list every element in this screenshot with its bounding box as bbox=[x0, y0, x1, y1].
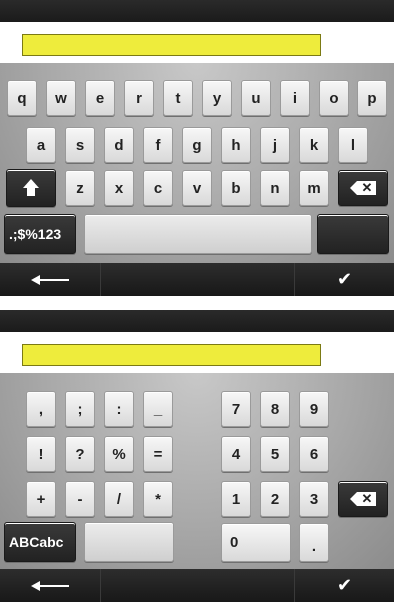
key-k[interactable]: k bbox=[299, 127, 329, 163]
key-c[interactable]: c bbox=[143, 170, 173, 206]
key-0[interactable]: 0 bbox=[221, 523, 291, 562]
key-percent[interactable]: % bbox=[104, 436, 134, 472]
key-exclamation[interactable]: ! bbox=[26, 436, 56, 472]
key-dot[interactable]: . bbox=[299, 523, 329, 562]
shift-icon bbox=[23, 179, 39, 197]
key-colon[interactable]: : bbox=[104, 391, 134, 427]
text-input-field[interactable] bbox=[22, 34, 321, 56]
key-l[interactable]: l bbox=[338, 127, 368, 163]
key-comma[interactable]: , bbox=[26, 391, 56, 427]
keyboard-area: , ; : _ ! ? % = + - / * 7 8 9 4 5 6 1 2 … bbox=[0, 373, 394, 569]
key-d[interactable]: d bbox=[104, 127, 134, 163]
key-a[interactable]: a bbox=[26, 127, 56, 163]
key-t[interactable]: t bbox=[163, 80, 193, 116]
key-plus[interactable]: + bbox=[26, 481, 56, 517]
text-input-field[interactable] bbox=[22, 344, 321, 366]
key-5[interactable]: 5 bbox=[260, 436, 290, 472]
key-asterisk[interactable]: * bbox=[143, 481, 173, 517]
key-e[interactable]: e bbox=[85, 80, 115, 116]
blank-dark-key[interactable] bbox=[317, 214, 389, 254]
space-key[interactable] bbox=[84, 522, 174, 562]
key-9[interactable]: 9 bbox=[299, 391, 329, 427]
input-strip bbox=[0, 22, 394, 63]
key-f[interactable]: f bbox=[143, 127, 173, 163]
key-g[interactable]: g bbox=[182, 127, 212, 163]
key-3[interactable]: 3 bbox=[299, 481, 329, 517]
backspace-icon: ✕ bbox=[350, 180, 376, 195]
key-minus[interactable]: - bbox=[65, 481, 95, 517]
backspace-icon: ✕ bbox=[350, 491, 376, 506]
key-2[interactable]: 2 bbox=[260, 481, 290, 517]
key-8[interactable]: 8 bbox=[260, 391, 290, 427]
key-y[interactable]: y bbox=[202, 80, 232, 116]
key-question[interactable]: ? bbox=[65, 436, 95, 472]
key-m[interactable]: m bbox=[299, 170, 329, 206]
key-n[interactable]: n bbox=[260, 170, 290, 206]
confirm-button[interactable]: ✔ bbox=[295, 263, 394, 296]
back-arrow-icon bbox=[31, 580, 69, 591]
key-w[interactable]: w bbox=[46, 80, 76, 116]
checkmark-icon: ✔ bbox=[336, 575, 353, 595]
key-i[interactable]: i bbox=[280, 80, 310, 116]
key-h[interactable]: h bbox=[221, 127, 251, 163]
key-u[interactable]: u bbox=[241, 80, 271, 116]
confirm-button[interactable]: ✔ bbox=[295, 569, 394, 602]
key-semicolon[interactable]: ; bbox=[65, 391, 95, 427]
bottom-bar: ✔ bbox=[0, 263, 394, 296]
key-o[interactable]: o bbox=[319, 80, 349, 116]
top-bar bbox=[0, 0, 394, 22]
symbols-mode-key[interactable]: .;$%123 bbox=[4, 214, 76, 254]
key-slash[interactable]: / bbox=[104, 481, 134, 517]
key-s[interactable]: s bbox=[65, 127, 95, 163]
alpha-mode-key[interactable]: ABCabc bbox=[4, 522, 76, 562]
bottom-bar-middle bbox=[101, 569, 295, 602]
back-button[interactable] bbox=[0, 263, 101, 296]
keyboard-area: q w e r t y u i o p a s d f g h j k l z … bbox=[0, 63, 394, 263]
key-underscore[interactable]: _ bbox=[143, 391, 173, 427]
back-button[interactable] bbox=[0, 569, 101, 602]
back-arrow-icon bbox=[31, 274, 69, 285]
key-7[interactable]: 7 bbox=[221, 391, 251, 427]
input-strip bbox=[0, 332, 394, 373]
key-6[interactable]: 6 bbox=[299, 436, 329, 472]
shift-key[interactable] bbox=[6, 169, 56, 207]
key-p[interactable]: p bbox=[357, 80, 387, 116]
top-bar bbox=[0, 310, 394, 332]
key-j[interactable]: j bbox=[260, 127, 290, 163]
key-equals[interactable]: = bbox=[143, 436, 173, 472]
checkmark-icon: ✔ bbox=[336, 269, 353, 289]
key-q[interactable]: q bbox=[7, 80, 37, 116]
backspace-key[interactable]: ✕ bbox=[338, 481, 388, 517]
backspace-key[interactable]: ✕ bbox=[338, 170, 388, 206]
space-key[interactable] bbox=[84, 214, 312, 254]
key-b[interactable]: b bbox=[221, 170, 251, 206]
key-z[interactable]: z bbox=[65, 170, 95, 206]
alpha-keyboard-panel: q w e r t y u i o p a s d f g h j k l z … bbox=[0, 0, 394, 296]
key-4[interactable]: 4 bbox=[221, 436, 251, 472]
key-x[interactable]: x bbox=[104, 170, 134, 206]
bottom-bar: ✔ bbox=[0, 569, 394, 602]
symbols-keyboard-panel: , ; : _ ! ? % = + - / * 7 8 9 4 5 6 1 2 … bbox=[0, 310, 394, 602]
key-r[interactable]: r bbox=[124, 80, 154, 116]
key-1[interactable]: 1 bbox=[221, 481, 251, 517]
bottom-bar-middle bbox=[101, 263, 295, 296]
key-v[interactable]: v bbox=[182, 170, 212, 206]
